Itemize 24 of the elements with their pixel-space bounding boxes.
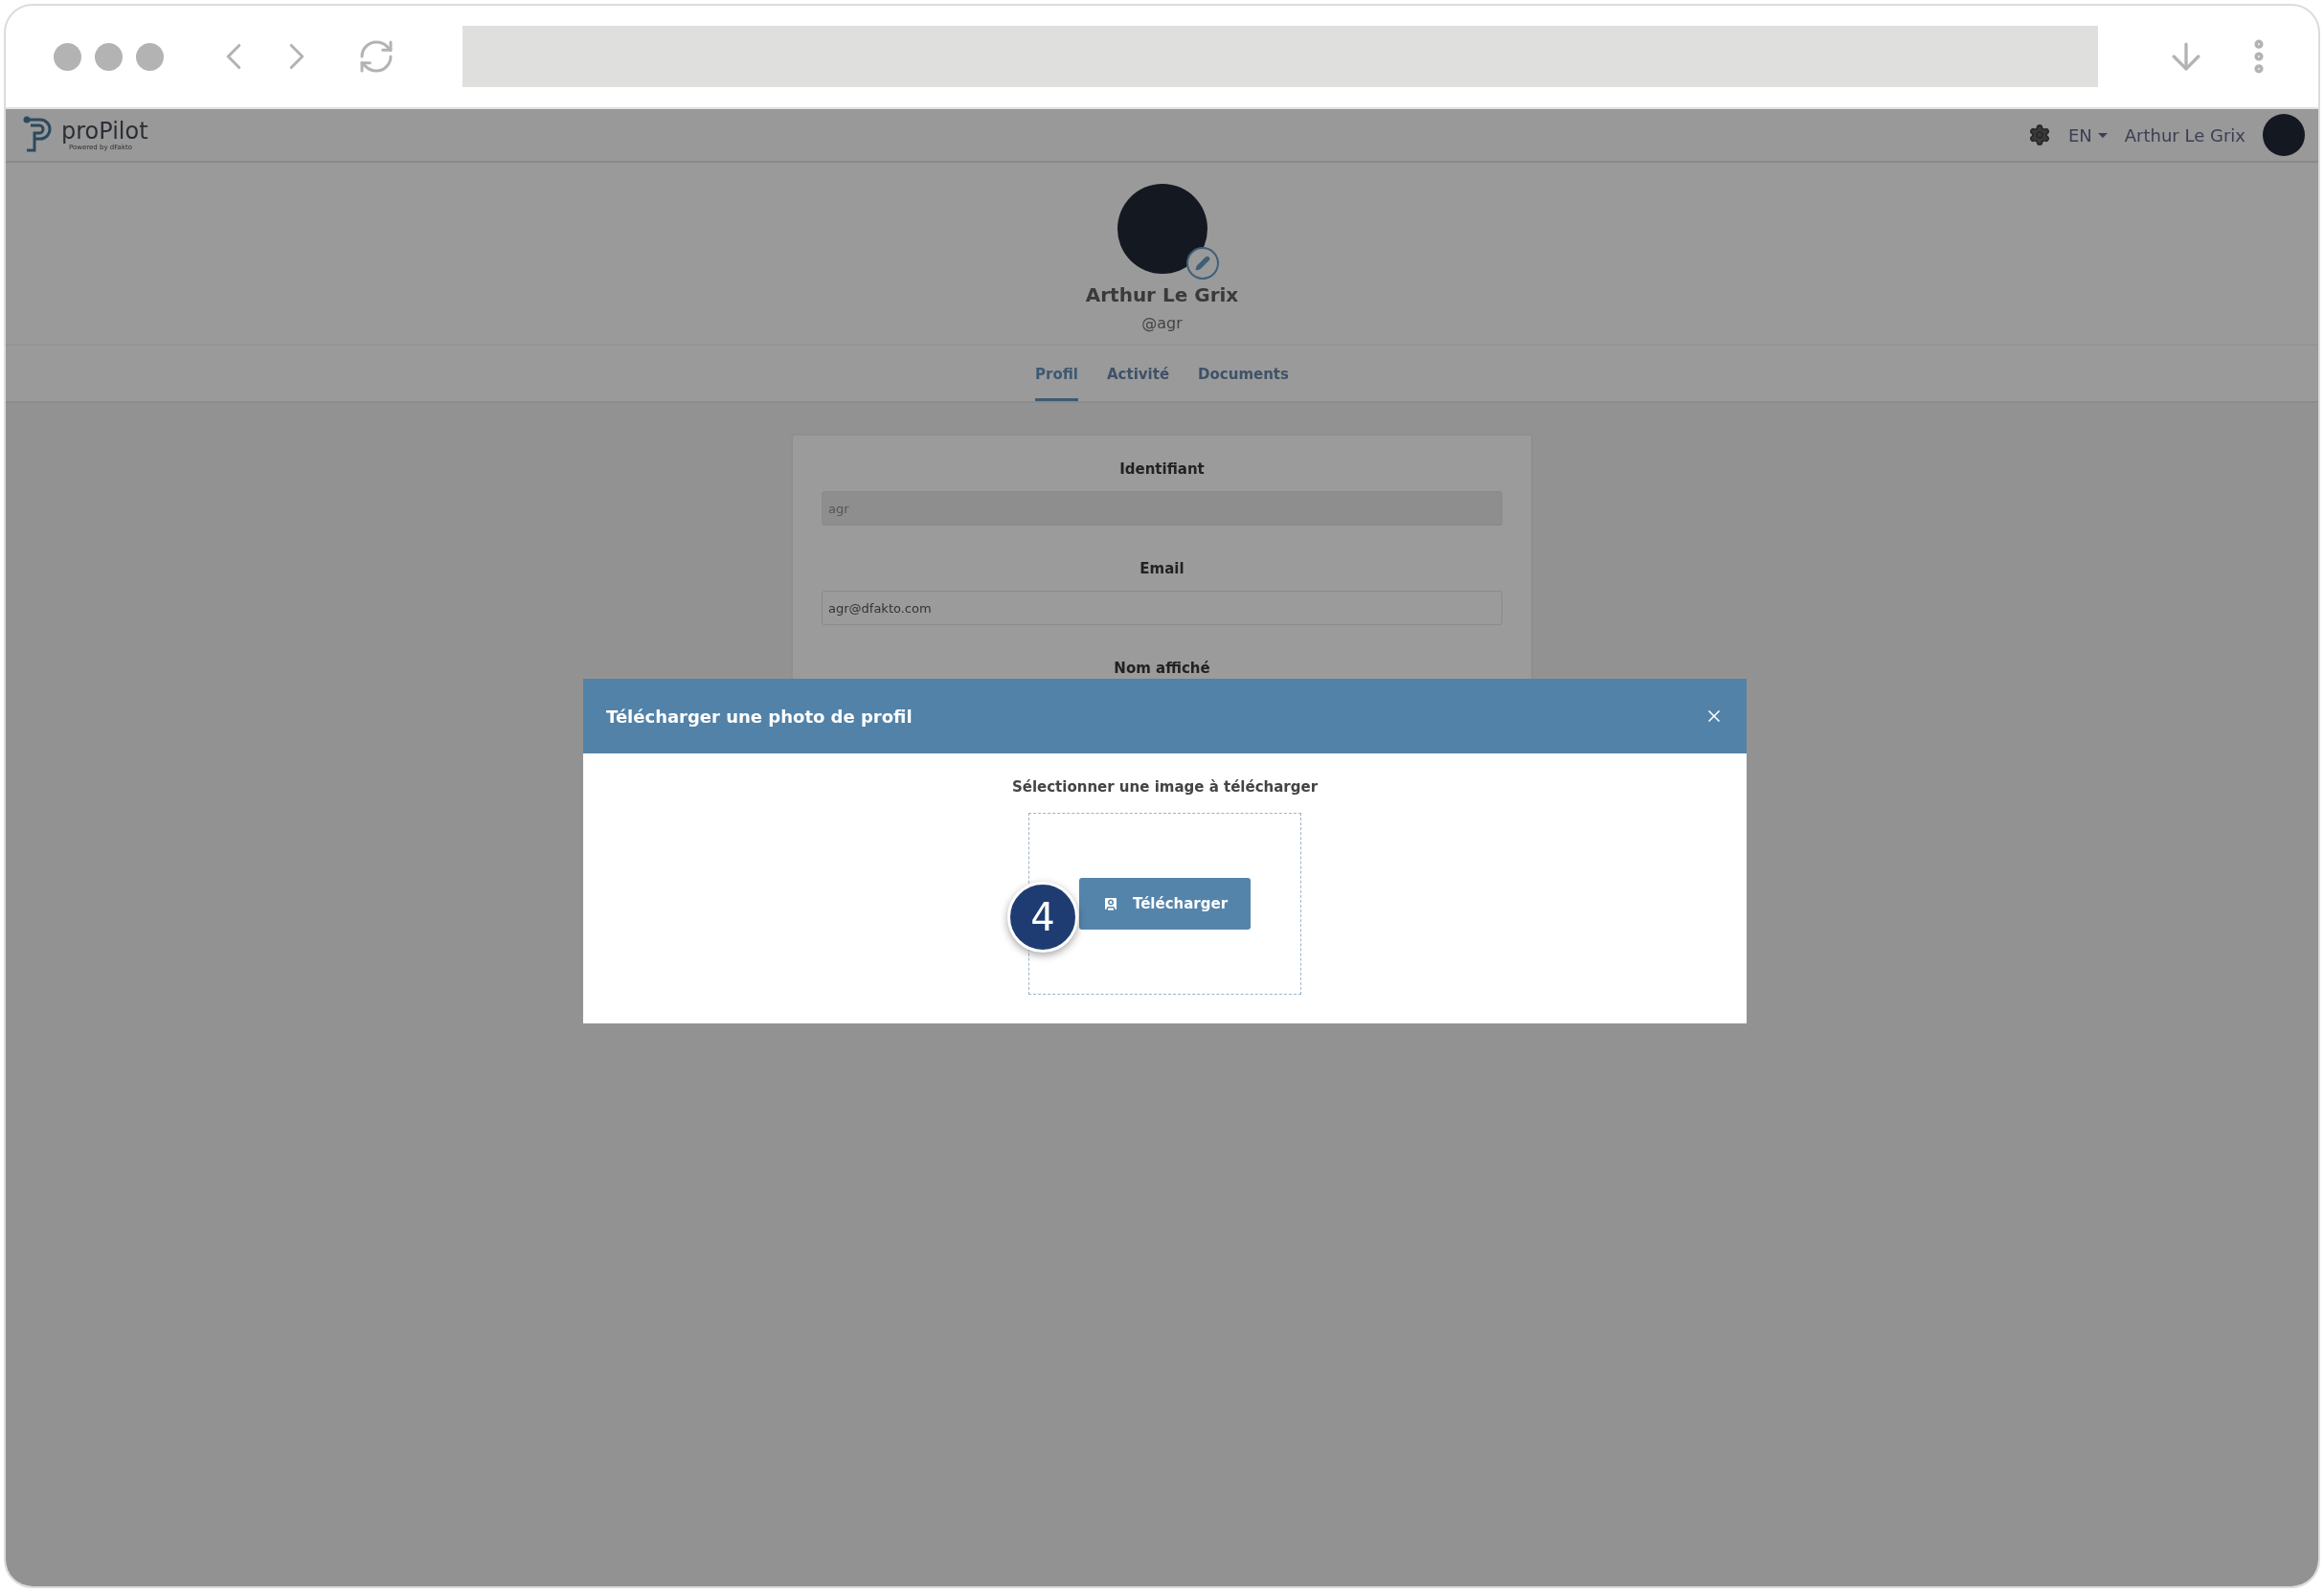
profile-handle: @agr <box>1141 314 1183 332</box>
dialog-title: Télécharger une photo de profil <box>606 706 913 727</box>
window-dot-icon <box>95 42 123 71</box>
edit-button[interactable] <box>1185 247 1219 280</box>
tab[interactable]: Profil <box>1035 346 1078 401</box>
field-label: Identifiant <box>1119 460 1205 478</box>
user-name[interactable]: Arthur Le Grix <box>2124 124 2245 146</box>
caret-icon <box>2097 132 2108 138</box>
language-menu[interactable]: EN <box>2067 124 2108 146</box>
window-dot-icon <box>54 42 81 71</box>
pencil-icon <box>1194 256 1210 271</box>
avatar-placeholder[interactable] <box>2263 114 2305 156</box>
window-dot-icon <box>136 42 164 71</box>
settings-icon[interactable] <box>2027 123 2051 146</box>
tab[interactable]: Documents <box>1198 346 1289 401</box>
input-field[interactable]: agr@dfakto.com <box>822 591 1502 625</box>
logo-text: proPilot <box>61 119 148 143</box>
upload-button[interactable]: Télécharger <box>1078 878 1252 930</box>
profile-name: Arthur Le Grix <box>1085 283 1239 306</box>
dialog-prompt: Sélectionner une image à télécharger <box>1011 778 1319 796</box>
field-label: Nom affiché <box>1114 660 1210 677</box>
step-badge: 4 <box>1007 882 1078 953</box>
field-label: Email <box>1139 560 1185 577</box>
tab[interactable]: Activité <box>1107 346 1170 401</box>
